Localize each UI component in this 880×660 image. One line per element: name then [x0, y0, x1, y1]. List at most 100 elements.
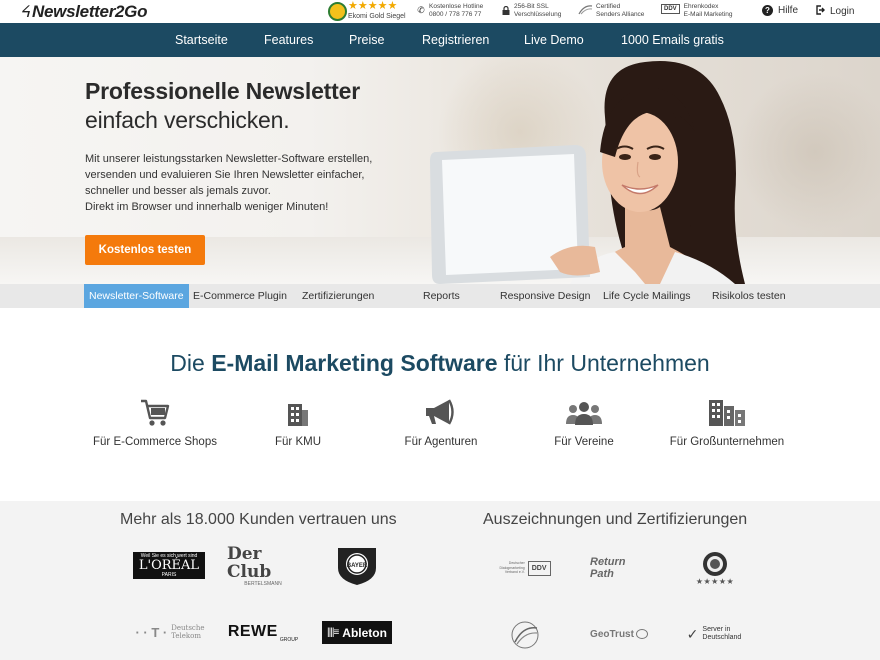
- heading-emphasis: E-Mail Marketing Software: [211, 350, 498, 376]
- ssl-sub: Verschlüsselung: [514, 10, 562, 18]
- nav-item-preise[interactable]: Preise: [349, 23, 384, 57]
- logo-text: Newsletter: [32, 1, 116, 21]
- feature-tabs: Newsletter-Software E-Commerce Plugin Ze…: [0, 284, 880, 308]
- nav-item-startseite[interactable]: Startseite: [175, 23, 228, 57]
- ddv-small-3: Verband e.V.: [504, 570, 525, 575]
- megaphone-icon: [426, 399, 454, 425]
- returnpath-logo: Return Path: [590, 556, 650, 580]
- kostenlos-testen-button[interactable]: Kostenlos testen: [85, 235, 205, 265]
- ddv-award-badge: DDV: [527, 560, 551, 576]
- csa-seal-icon: [511, 621, 539, 649]
- rewe-sub: GROUP: [279, 637, 299, 643]
- target-label: Für Großunternehmen: [669, 436, 785, 448]
- csa-label: Certified: [596, 3, 621, 10]
- loreal-logo: Weil Sie es sich wert sind L'ORÉAL PARIS: [133, 552, 205, 579]
- shopping-cart-icon: [141, 399, 170, 426]
- tab-risikolos-testen[interactable]: Risikolos testen: [712, 284, 786, 308]
- lock-icon: [501, 5, 511, 15]
- target-agenturen[interactable]: Für Agenturen: [361, 396, 521, 448]
- ekomi-award-stars: ★★★★★: [695, 576, 735, 586]
- target-ecommerce[interactable]: Für E-Commerce Shops: [75, 396, 235, 448]
- ableton-name: Ableton: [342, 625, 387, 640]
- geotrust-icon: [635, 629, 648, 639]
- tab-e-commerce-plugin[interactable]: E-Commerce Plugin: [193, 284, 287, 308]
- csa-award-logo: [505, 619, 545, 651]
- logo-text-suffix: 2Go: [115, 1, 148, 21]
- csa-logo-icon: [577, 5, 593, 15]
- target-vereine[interactable]: Für Vereine: [504, 396, 664, 448]
- target-kmu[interactable]: Für KMU: [218, 396, 378, 448]
- tab-newsletter-software[interactable]: Newsletter-Software: [84, 284, 189, 308]
- telekom-t-icon: · · T ·: [135, 624, 168, 640]
- group-icon: [566, 402, 602, 425]
- tab-reports[interactable]: Reports: [423, 284, 460, 308]
- building-icon: [288, 404, 308, 426]
- ableton-bars-icon: ||||≡: [327, 627, 339, 638]
- customers-heading: Mehr als 18.000 Kunden vertrauen uns: [120, 511, 397, 528]
- target-grossunternehmen[interactable]: Für Großunternehmen: [647, 396, 807, 448]
- bayer-crest-icon: BAYER: [338, 548, 376, 585]
- hotline-info: ✆ Kostenlose Hotline 0800 / 778 776 77: [416, 3, 483, 18]
- ddv-info: DDV Ehrenkodex E-Mail Marketing: [661, 3, 732, 18]
- ddv-badge: DDV: [661, 4, 680, 14]
- hero-description-line: versenden und evaluieren Sie Ihren Newsl…: [85, 169, 365, 181]
- trust-section: Mehr als 18.000 Kunden vertrauen uns Aus…: [0, 501, 880, 660]
- ekomi-award-logo: ★★★★★: [690, 548, 740, 588]
- ekomi-stars: ★★★★★: [348, 0, 398, 12]
- nav-item-features[interactable]: Features: [264, 23, 313, 57]
- newsletter2go-logo[interactable]: ᔦ Newsletter 2Go: [20, 1, 147, 22]
- hero-description: Mit unserer leistungsstarken Newsletter-…: [85, 151, 415, 215]
- derclub-name: Der Club: [227, 544, 272, 582]
- top-bar: ᔦ Newsletter 2Go ★★★★★ Ekomi Gold Siegel…: [0, 0, 880, 23]
- telekom-text-2: Telekom: [171, 632, 201, 640]
- ssl-info: 256-Bit SSL Verschlüsselung: [501, 3, 561, 18]
- ekomi-rating: ★★★★★ Ekomi Gold Siegel: [348, 1, 406, 21]
- tab-responsive-design[interactable]: Responsive Design: [500, 284, 590, 308]
- loreal-sub: PARIS: [161, 572, 177, 578]
- awards-heading: Auszeichnungen und Zertifizierungen: [483, 511, 748, 528]
- checkmark-seal-icon: ✓: [686, 625, 699, 642]
- main-nav: Startseite Features Preise Registrieren …: [0, 23, 880, 57]
- csa-sub: Senders Alliance: [596, 10, 645, 18]
- target-label: Für KMU: [275, 436, 321, 448]
- logo-mark-icon: ᔦ: [20, 2, 31, 21]
- login-link[interactable]: Login: [815, 5, 854, 18]
- geotrust-name: GeoTrust: [590, 628, 634, 640]
- tab-zertifizierungen[interactable]: Zertifizierungen: [302, 284, 374, 308]
- server-in-deutschland-logo: ✓ Server in Deutschland: [683, 623, 745, 645]
- telekom-logo: · · T · Deutsche Telekom: [134, 623, 206, 641]
- rewe-name: REWE: [227, 623, 278, 640]
- bayer-text: BAYER: [347, 563, 368, 569]
- woman-with-laptop-image: [430, 61, 745, 284]
- telekom-text-1: Deutsche: [171, 624, 205, 632]
- office-buildings-icon: [709, 400, 745, 426]
- ddv-label: Ehrenkodex: [683, 3, 719, 10]
- target-label: Für Vereine: [554, 436, 614, 448]
- rewe-logo: REWE GROUP: [228, 621, 298, 643]
- bayer-leverkusen-logo: BAYER: [332, 546, 382, 586]
- loreal-name: L'ORÉAL: [138, 558, 200, 573]
- nav-item-registrieren[interactable]: Registrieren: [422, 23, 489, 57]
- server-text-2: Deutschland: [702, 634, 742, 641]
- nav-item-live-demo[interactable]: Live Demo: [524, 23, 584, 57]
- server-text-1: Server in: [702, 626, 731, 633]
- help-icon: ?: [762, 5, 773, 16]
- ekomi-seal-icon: [328, 2, 347, 21]
- hero-title: Professionelle Newsletter: [85, 78, 360, 104]
- ekomi-label: Ekomi Gold Siegel: [348, 13, 406, 20]
- hero-description-line: Mit unserer leistungsstarken Newsletter-…: [85, 153, 373, 165]
- target-label: Für E-Commerce Shops: [93, 436, 217, 448]
- tab-life-cycle-mailings[interactable]: Life Cycle Mailings: [603, 284, 691, 308]
- help-link[interactable]: ? Hilfe: [762, 5, 798, 16]
- derclub-sub: BERTELSMANN: [244, 581, 282, 587]
- ableton-logo: ||||≡ Ableton: [322, 621, 392, 644]
- ekomi-seal-icon: [703, 551, 727, 576]
- nav-item-1000-emails[interactable]: 1000 Emails gratis: [621, 23, 724, 57]
- section-heading: Die E-Mail Marketing Software für Ihr Un…: [0, 350, 880, 377]
- phone-icon: ✆: [417, 4, 425, 15]
- returnpath-name: Return Path: [590, 556, 626, 580]
- hero-banner: Professionelle Newsletter einfach versch…: [0, 57, 880, 284]
- heading-prefix: Die: [170, 350, 212, 376]
- hero-description-line: schneller und besser als jemals zuvor.: [85, 185, 271, 197]
- hero-description-line: Direkt im Browser und innerhalb weniger …: [85, 201, 329, 213]
